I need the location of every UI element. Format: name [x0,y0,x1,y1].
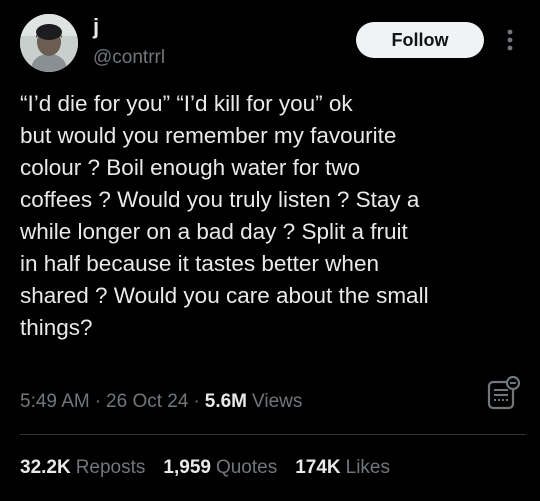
tweet-meta: 5:49 AM · 26 Oct 24 · 5.6M Views [20,387,302,417]
quotes-label: Quotes [215,457,278,478]
likes-label: Likes [345,457,390,478]
tweet-text: “I’d die for you” “I’d kill for you” ok … [20,91,429,340]
more-vertical-icon[interactable] [500,26,520,54]
quotes-count: 1,959 [163,457,211,478]
likes-stat[interactable]: 174K Likes [295,457,390,479]
avatar[interactable] [20,14,78,72]
tweet-time[interactable]: 5:49 AM [20,391,90,413]
likes-count: 174K [295,457,341,478]
meta-separator: · [94,391,102,412]
engagement-stats: 32.2K Reposts 1,959 Quotes 174K Likes [20,453,408,483]
follow-button[interactable]: Follow [356,22,484,58]
author-display-name[interactable]: j [93,14,99,40]
meta-separator: · [193,391,200,412]
views-count: 5.6M [204,391,248,412]
quotes-stat[interactable]: 1,959 Quotes [163,457,277,479]
analytics-icon[interactable] [484,374,522,412]
views-label: Views [252,391,303,412]
reposts-stat[interactable]: 32.2K Reposts [20,457,145,479]
tweet-date[interactable]: 26 Oct 24 [106,391,188,413]
author-handle[interactable]: @contrrl [93,46,165,70]
reposts-label: Reposts [75,457,146,478]
divider [20,434,526,435]
reposts-count: 32.2K [20,457,71,478]
